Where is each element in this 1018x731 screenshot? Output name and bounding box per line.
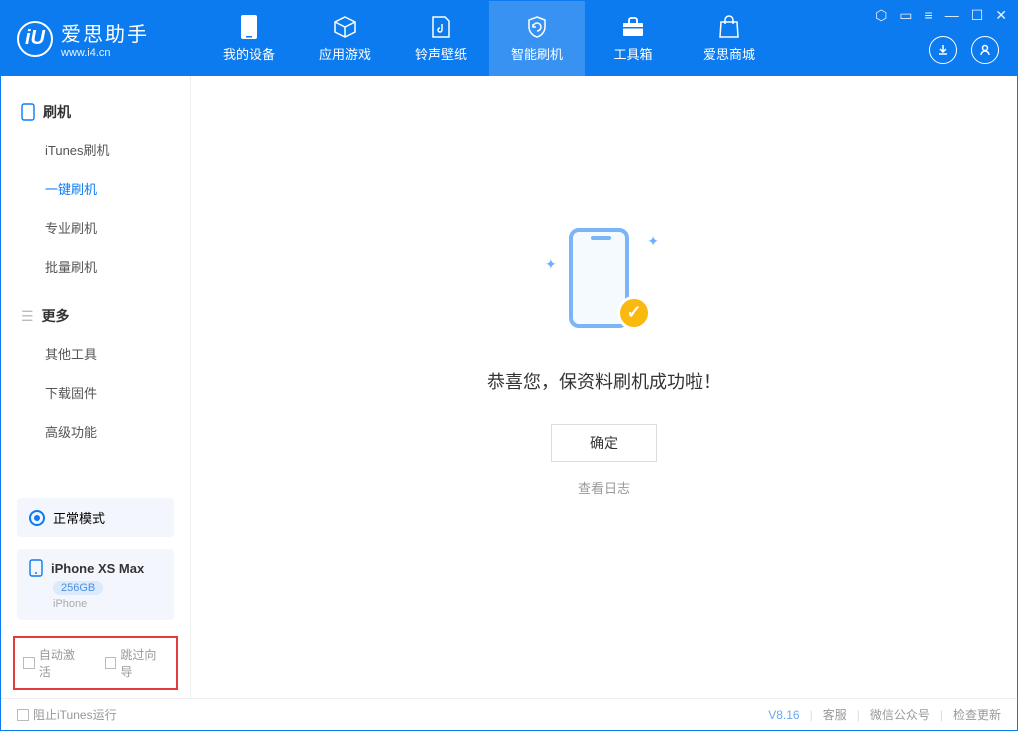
close-button[interactable]: ✕ [995,7,1007,24]
version-label: V8.16 [768,708,799,722]
user-button[interactable] [971,36,999,64]
phone-outline-icon [21,103,35,121]
music-file-icon [428,14,454,40]
nav-toolbox[interactable]: 工具箱 [585,1,681,76]
maximize-button[interactable]: ☐ [971,7,984,24]
device-name: iPhone XS Max [51,561,144,576]
sidebar-item-advanced[interactable]: 高级功能 [1,412,190,451]
device-phone-icon [29,559,43,577]
toolbox-icon [620,14,646,40]
note-icon[interactable]: ▭ [899,7,912,24]
sidebar-section-flash: 刷机 [1,94,190,130]
nav-my-device[interactable]: 我的设备 [201,1,297,76]
device-capacity: 256GB [53,581,103,595]
app-site: www.i4.cn [61,47,149,59]
logo: iU 爱思助手 www.i4.cn [1,18,201,59]
sparkle-icon: ✦ [545,256,557,273]
main-content: ✦ ✦ ✓ 恭喜您，保资料刷机成功啦！ 确定 查看日志 [191,76,1017,698]
titlebar: iU 爱思助手 www.i4.cn 我的设备 应用游戏 铃声壁纸 智能刷机 工具… [1,1,1017,76]
main-nav: 我的设备 应用游戏 铃声壁纸 智能刷机 工具箱 爱思商城 [201,1,777,76]
window-controls: ⬡ ▭ ≡ — ☐ ✕ [875,7,1007,24]
sidebar: 刷机 iTunes刷机 一键刷机 专业刷机 批量刷机 ☰ 更多 其他工具 下载固… [1,76,191,698]
minimize-button[interactable]: — [945,7,959,24]
statusbar: 阻止iTunes运行 V8.16 | 客服 | 微信公众号 | 检查更新 [1,698,1017,730]
device-card[interactable]: iPhone XS Max 256GB iPhone [17,549,174,620]
header-right-actions [929,36,999,64]
mode-label: 正常模式 [53,508,105,527]
footer-link-support[interactable]: 客服 [823,706,847,723]
device-type: iPhone [53,598,162,610]
check-badge-icon: ✓ [617,296,651,330]
sparkle-icon: ✦ [647,233,659,250]
success-message: 恭喜您，保资料刷机成功啦！ [487,368,721,394]
nav-apps-games[interactable]: 应用游戏 [297,1,393,76]
menu-icon[interactable]: ≡ [925,7,933,24]
ok-button[interactable]: 确定 [551,424,657,462]
sidebar-item-download-firmware[interactable]: 下载固件 [1,373,190,412]
sidebar-item-batch-flash[interactable]: 批量刷机 [1,247,190,286]
checkbox-auto-activate[interactable]: 自动激活 [23,646,87,680]
nav-store[interactable]: 爱思商城 [681,1,777,76]
sidebar-item-other-tools[interactable]: 其他工具 [1,334,190,373]
phone-icon [236,14,262,40]
nav-smart-flash[interactable]: 智能刷机 [489,1,585,76]
success-illustration: ✦ ✦ ✓ [539,218,669,348]
mode-icon [29,510,45,526]
checkbox-skip-guide[interactable]: 跳过向导 [105,646,169,680]
mode-card[interactable]: 正常模式 [17,498,174,537]
bag-icon [716,14,742,40]
download-button[interactable] [929,36,957,64]
app-name: 爱思助手 [61,18,149,47]
sidebar-section-more: ☰ 更多 [1,298,190,334]
checkbox-block-itunes[interactable]: 阻止iTunes运行 [17,706,117,723]
cube-icon [332,14,358,40]
footer-link-update[interactable]: 检查更新 [953,706,1001,723]
list-icon: ☰ [21,308,34,325]
refresh-shield-icon [524,14,550,40]
shirt-icon[interactable]: ⬡ [875,7,887,24]
nav-ringtones[interactable]: 铃声壁纸 [393,1,489,76]
footer-link-wechat[interactable]: 微信公众号 [870,706,930,723]
view-log-link[interactable]: 查看日志 [578,478,630,497]
sidebar-item-pro-flash[interactable]: 专业刷机 [1,208,190,247]
option-checkboxes: 自动激活 跳过向导 [13,636,178,690]
sidebar-item-oneclick-flash[interactable]: 一键刷机 [1,169,190,208]
sidebar-item-itunes-flash[interactable]: iTunes刷机 [1,130,190,169]
logo-icon: iU [17,21,53,57]
